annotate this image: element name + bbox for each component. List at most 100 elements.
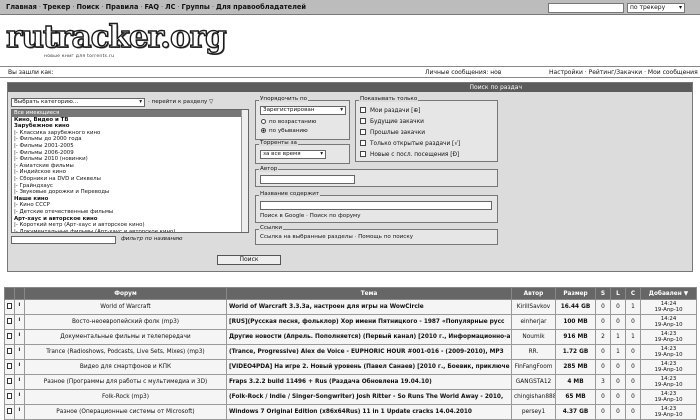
- category-option[interactable]: |- Короткий метр (Арт-хаус и авторское к…: [12, 222, 248, 229]
- category-select[interactable]: Выбрать категорию... ▾: [11, 98, 145, 107]
- forum-cell[interactable]: World of Warcraft: [24, 299, 227, 315]
- size-cell[interactable]: 65 MB: [555, 389, 596, 405]
- topic-cell[interactable]: (Folk-Rock / Indie / Singer-Songwriter) …: [226, 389, 512, 405]
- forum-cell[interactable]: Восто-неоевропейский фолк (mp3): [24, 314, 227, 330]
- column-header[interactable]: Автор: [511, 287, 556, 300]
- category-list[interactable]: Все имеющиеся Кино, Видео и ТВ Зарубежное …: [11, 109, 249, 233]
- size-cell[interactable]: 285 MB: [555, 359, 596, 375]
- category-option[interactable]: |- Детские отечественные фильмы: [12, 209, 248, 216]
- table-row[interactable]: ╹ Разное (Программы для работы с мультиме…: [4, 374, 697, 390]
- topic-cell[interactable]: Windows 7 Original Edition (x86x64Rus) 1…: [226, 404, 512, 420]
- forum-cell[interactable]: Folk-Rock (mp3): [24, 389, 227, 405]
- category-option[interactable]: |- Звуковые дорожки и Переводы: [12, 189, 248, 196]
- forum-cell[interactable]: Trance (Radioshows, Podcasts, Live Sets,…: [24, 344, 227, 360]
- logo-tagline: новые книг для torrents.ru: [44, 54, 115, 59]
- links-text[interactable]: Ссылка на выбранные разделы · Помощь по …: [260, 234, 413, 240]
- topic-cell[interactable]: [RUS](Русская песня, фольклор) Хор имени…: [226, 314, 512, 330]
- chevron-down-icon: ▾: [678, 4, 682, 11]
- show-only-checkbox[interactable]: Прошлые закачки: [360, 129, 425, 136]
- author-cell[interactable]: GANGSTA12: [511, 374, 556, 390]
- nav-link[interactable]: Группы: [182, 3, 210, 11]
- size-cell[interactable]: 16.44 GB: [555, 299, 596, 315]
- private-messages-link[interactable]: Личные сообщения: нов: [425, 69, 501, 76]
- category-option[interactable]: |- Фильмы 2001-2005: [12, 143, 248, 150]
- order-desc-radio[interactable]: по убыванию: [261, 128, 308, 134]
- forum-cell[interactable]: Разное (Программы для работы с мультимед…: [24, 374, 227, 390]
- order-asc-radio[interactable]: по возрастанию: [261, 119, 316, 125]
- author-cell[interactable]: chingishan888: [511, 389, 556, 405]
- author-cell[interactable]: RR.: [511, 344, 556, 360]
- column-header[interactable]: Форум: [24, 287, 227, 300]
- author-cell[interactable]: KirillSavkov: [511, 299, 556, 315]
- top-search-input[interactable]: [548, 3, 624, 13]
- category-option[interactable]: |- Фильмы 2010 (новинки): [12, 156, 248, 163]
- size-cell[interactable]: 916 MB: [555, 329, 596, 345]
- topic-cell[interactable]: Fraps 3.2.2 build 11496 + Rus (Раздача О…: [226, 374, 512, 390]
- category-option[interactable]: |- Фильмы до 2000 года: [12, 136, 248, 143]
- search-scope-select[interactable]: по трекеру ▾: [627, 3, 685, 13]
- nav-link[interactable]: FAQ: [145, 3, 159, 11]
- nav-link[interactable]: ЛС: [165, 3, 175, 11]
- table-row[interactable]: ╹ Разное (Операционные системы от Microso…: [4, 404, 697, 420]
- go-to-section-link[interactable]: · перейти к разделу ▽: [148, 99, 213, 105]
- table-row[interactable]: ╹ Восто-неоевропейский фолк (mp3) [RUS](Ру…: [4, 314, 697, 330]
- status-cell: [4, 404, 15, 420]
- category-option[interactable]: Все имеющиеся: [12, 110, 248, 117]
- category-list-scrollbar[interactable]: [241, 110, 248, 232]
- category-option[interactable]: |- Классика зарубежного кино: [12, 130, 248, 137]
- author-cell[interactable]: einherjar: [511, 314, 556, 330]
- author-cell[interactable]: FinFangFoom: [511, 359, 556, 375]
- author-input[interactable]: [260, 175, 355, 184]
- column-header[interactable]: C: [625, 287, 641, 300]
- column-header[interactable]: Размер: [555, 287, 596, 300]
- nav-link[interactable]: Главная: [6, 3, 37, 11]
- topic-cell[interactable]: (Trance, Progressive) Alex de Voice - EU…: [226, 344, 512, 360]
- column-header[interactable]: Тема: [226, 287, 512, 300]
- size-cell[interactable]: 4 MB: [555, 374, 596, 390]
- site-logo[interactable]: rutracker.org новые книг для torrents.ru: [5, 21, 227, 62]
- column-header[interactable]: S: [595, 287, 611, 300]
- title-search-links[interactable]: Поиск в Google · Поиск по форуму: [260, 213, 361, 219]
- category-option[interactable]: Наше кино: [12, 196, 248, 203]
- nav-link[interactable]: Поиск: [76, 3, 99, 11]
- order-select[interactable]: Зарегистрирован ▾: [260, 106, 346, 115]
- forum-cell[interactable]: Документальные фильмы и телепередачи: [24, 329, 227, 345]
- user-links[interactable]: Настройки · Рейтинг/Закачки · Мои сообще…: [549, 69, 698, 76]
- nav-link[interactable]: Трекер: [43, 3, 70, 11]
- table-row[interactable]: ╹ Folk-Rock (mp3) (Folk-Rock / Indie / Sin…: [4, 389, 697, 405]
- size-cell[interactable]: 100 MB: [555, 314, 596, 330]
- title-contains-input[interactable]: [260, 201, 492, 210]
- table-row[interactable]: ╹ World of Warcraft World of Warcraft 3.3.…: [4, 299, 697, 315]
- topic-cell[interactable]: World of Warcraft 3.3.3a, настроен для и…: [226, 299, 512, 315]
- show-only-checkbox[interactable]: Будущие закачки: [360, 118, 424, 125]
- column-header[interactable]: L: [610, 287, 626, 300]
- category-option[interactable]: |- Кино СССР: [12, 202, 248, 209]
- table-row[interactable]: ╹ Trance (Radioshows, Podcasts, Live Sets…: [4, 344, 697, 360]
- nav-link[interactable]: Для правообладателей: [216, 3, 306, 11]
- category-option[interactable]: |- Индийское кино: [12, 169, 248, 176]
- category-option[interactable]: |- Грайндхаус: [12, 183, 248, 190]
- show-only-checkbox[interactable]: Только открытые раздачи [√]: [360, 140, 460, 147]
- category-filter-input[interactable]: [11, 236, 116, 244]
- table-row[interactable]: ╹ Документальные фильмы и телепередачи Дру…: [4, 329, 697, 345]
- forum-cell[interactable]: Разное (Операционные системы от Microsof…: [24, 404, 227, 420]
- period-select[interactable]: за все время ▾: [260, 150, 326, 159]
- forum-cell[interactable]: Видео для смартфонов и КПК: [24, 359, 227, 375]
- column-header[interactable]: Добавлен ▼: [640, 287, 697, 300]
- topic-cell[interactable]: [VIDEO4PDA] На игре 2. Новый уровень (Па…: [226, 359, 512, 375]
- show-only-checkbox[interactable]: Новые с посл. посещения [Ð]: [360, 151, 459, 158]
- category-option[interactable]: |- Фильмы 2006-2009: [12, 150, 248, 157]
- category-option[interactable]: Зарубежное кино: [12, 123, 248, 130]
- author-cell[interactable]: persey1: [511, 404, 556, 420]
- search-button[interactable]: Поиск: [217, 255, 281, 265]
- author-cell[interactable]: Noumik: [511, 329, 556, 345]
- marker-cell: ╹: [14, 359, 25, 375]
- category-option[interactable]: |- Сборники на DVD и Сиквелы: [12, 176, 248, 183]
- size-cell[interactable]: 1.72 GB: [555, 344, 596, 360]
- topic-cell[interactable]: Другие новости (Апрель. Пополняется) (Пе…: [226, 329, 512, 345]
- nav-link[interactable]: Правила: [106, 3, 139, 11]
- size-cell[interactable]: 4.37 GB: [555, 404, 596, 420]
- show-only-checkbox[interactable]: Мои раздачи [⊕]: [360, 107, 420, 114]
- category-option[interactable]: |- Документальные фильмы (Арт-хаус и авт…: [12, 229, 248, 232]
- table-row[interactable]: ╹ Видео для смартфонов и КПК [VIDEO4PDA] Н…: [4, 359, 697, 375]
